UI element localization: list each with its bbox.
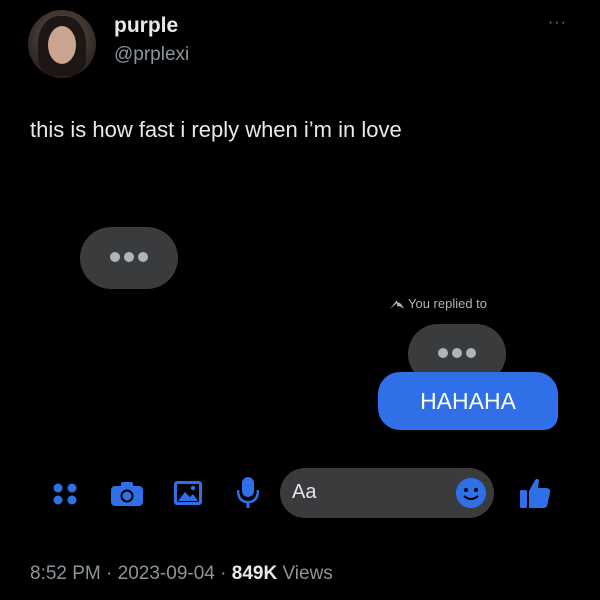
tweet-time[interactable]: 8:52 PM bbox=[30, 563, 101, 584]
typing-indicator-left bbox=[80, 227, 178, 289]
sent-message-bubble: HAHAHA bbox=[378, 372, 558, 430]
user-handle[interactable]: @prplexi bbox=[114, 44, 189, 66]
reply-arrow-icon bbox=[390, 299, 404, 309]
replied-label: You replied to bbox=[408, 296, 488, 311]
separator: · bbox=[100, 563, 118, 584]
image-icon[interactable] bbox=[173, 480, 203, 506]
tweet-text: this is how fast i reply when i’m in lov… bbox=[30, 117, 402, 142]
thumbs-up-icon[interactable] bbox=[518, 476, 552, 510]
separator: · bbox=[214, 563, 232, 584]
microphone-icon[interactable] bbox=[237, 476, 259, 510]
display-name[interactable]: purple bbox=[114, 14, 178, 38]
avatar[interactable] bbox=[28, 10, 96, 78]
grid-icon[interactable] bbox=[52, 483, 80, 505]
messenger-toolbar: Aa bbox=[30, 468, 570, 518]
views-count: 849K bbox=[231, 563, 278, 584]
tweet-date[interactable]: 2023-09-04 bbox=[118, 563, 215, 584]
views-label: Views bbox=[277, 563, 333, 584]
messenger-screenshot: You replied to HAHAHA Aa bbox=[30, 183, 570, 533]
replied-indicator: You replied to bbox=[390, 296, 487, 311]
camera-icon[interactable] bbox=[110, 481, 144, 507]
input-placeholder: Aa bbox=[292, 481, 317, 503]
tweet-meta: 8:52 PM · 2023-09-04 · 849K Views bbox=[30, 563, 333, 585]
emoji-icon[interactable] bbox=[456, 478, 486, 508]
message-input[interactable]: Aa bbox=[280, 468, 494, 518]
more-options-icon[interactable]: ··· bbox=[548, 14, 567, 32]
